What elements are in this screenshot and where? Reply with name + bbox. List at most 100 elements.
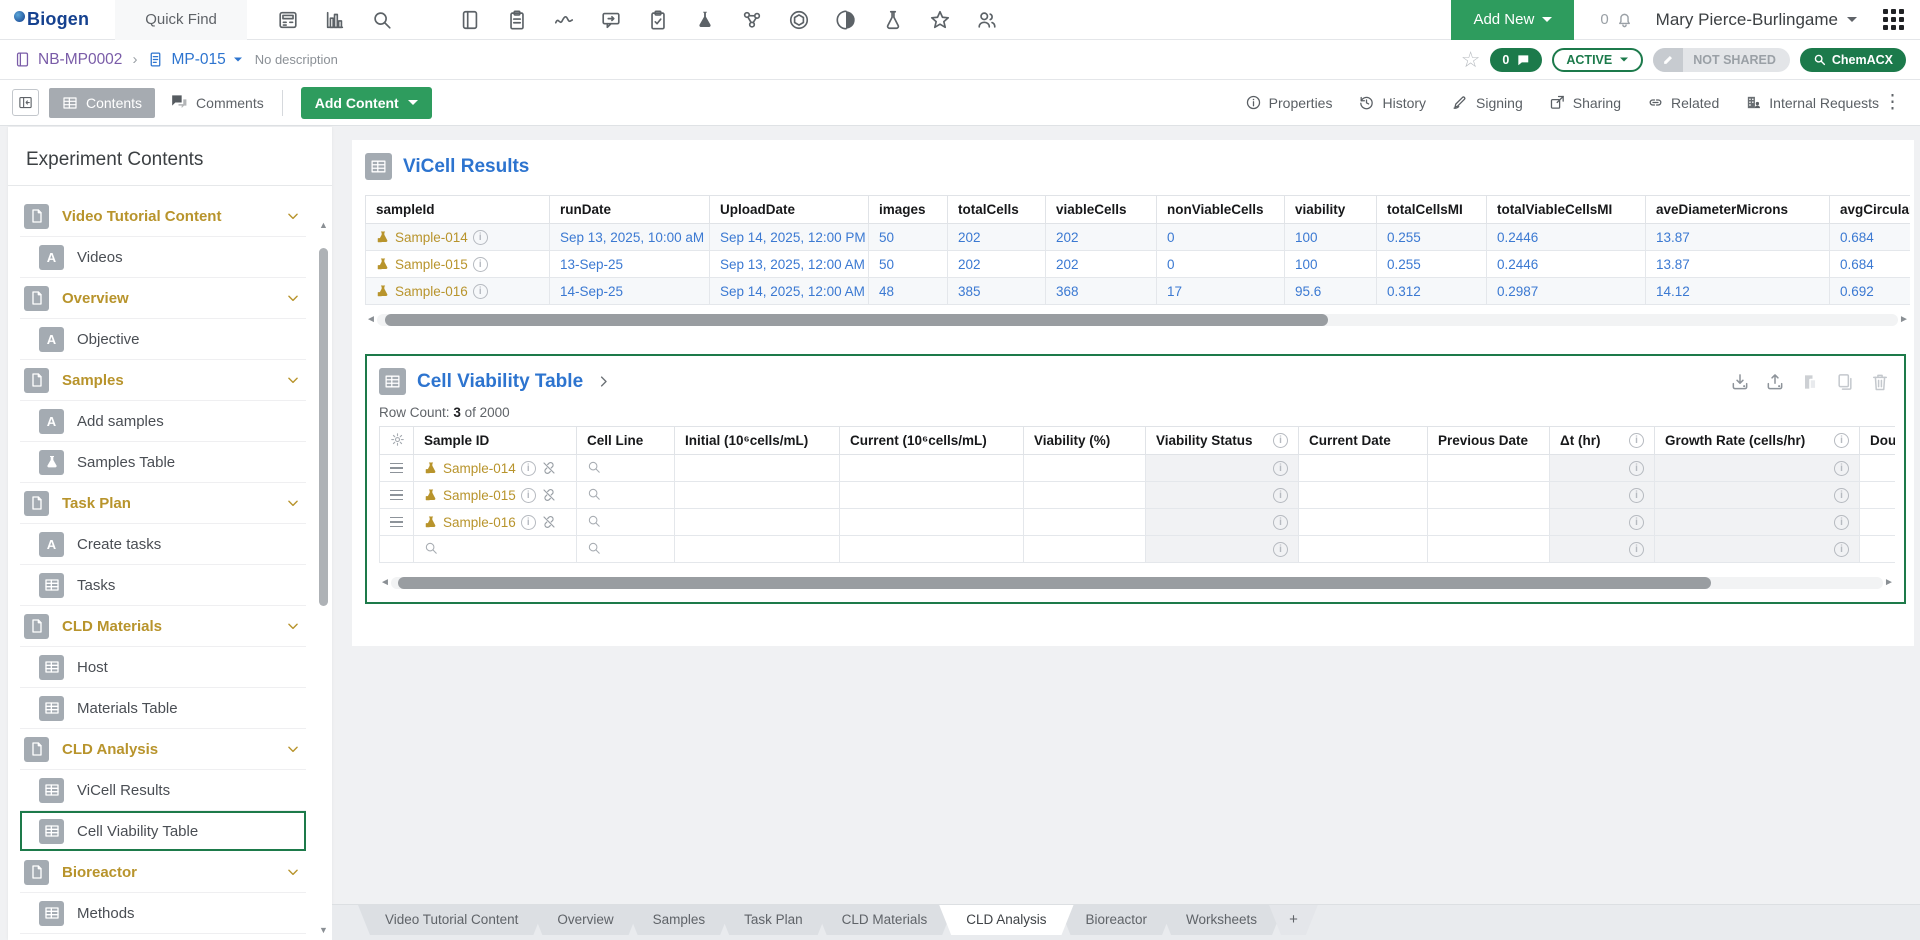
row-drag-handle[interactable] [380, 482, 414, 509]
vicell-cell[interactable]: 202 [1046, 251, 1157, 278]
vicell-horizontal-scrollbar[interactable]: ◄ ► [365, 312, 1910, 327]
tab-overview[interactable]: Overview [530, 905, 640, 935]
viability-column-header[interactable]: Sample ID [414, 427, 577, 455]
info-icon[interactable]: i [1834, 488, 1849, 503]
viability-cell[interactable] [577, 482, 675, 509]
scrollbar-track[interactable] [391, 577, 1883, 589]
viability-cell[interactable]: i [1550, 455, 1655, 482]
viability-cell[interactable] [1860, 536, 1896, 563]
cell-viability-section[interactable]: Cell Viability Table Row Count: 3 of 200… [365, 354, 1906, 604]
vicell-cell[interactable]: 0 [1157, 251, 1285, 278]
viability-horizontal-scrollbar[interactable]: ◄ ► [379, 575, 1895, 590]
viability-cell[interactable] [840, 482, 1024, 509]
viability-cell[interactable]: i [1146, 536, 1299, 563]
search-icon[interactable] [587, 514, 601, 528]
scrollbar-thumb[interactable] [398, 577, 1711, 589]
sample-id-cell[interactable]: Sample-015 i [414, 482, 577, 509]
vicell-cell[interactable]: 0.684 [1830, 251, 1911, 278]
clipboard-icon[interactable] [506, 9, 528, 31]
sidebar-item-objective[interactable]: AObjective [20, 319, 306, 360]
viability-column-header[interactable]: Growth Rate (cells/hr)i [1655, 427, 1860, 455]
scrollbar-thumb[interactable] [319, 248, 328, 607]
vicell-cell[interactable]: 17 [1157, 278, 1285, 305]
calculator-icon[interactable] [277, 9, 299, 31]
molecule-icon[interactable] [741, 9, 763, 31]
sidebar-item-video-tutorial-content[interactable]: Video Tutorial Content [20, 196, 306, 237]
viability-cell[interactable] [1428, 536, 1550, 563]
viability-column-header[interactable]: Cell Line [577, 427, 675, 455]
viability-cell[interactable] [840, 509, 1024, 536]
viability-cell[interactable] [577, 509, 675, 536]
vicell-cell[interactable]: 202 [948, 251, 1046, 278]
add-new-button[interactable]: Add New [1451, 0, 1574, 40]
viability-cell[interactable]: i [1655, 536, 1860, 563]
sidebar-item-task-plan[interactable]: Task Plan [20, 483, 306, 524]
vicell-cell[interactable]: 0.2446 [1487, 251, 1646, 278]
users-icon[interactable] [976, 9, 998, 31]
comments-count-pill[interactable]: 0 [1490, 48, 1542, 72]
shared-status-pill[interactable]: NOT SHARED [1653, 48, 1790, 72]
viability-column-header[interactable]: Initial (10⁶cells/mL) [675, 427, 840, 455]
info-icon[interactable]: i [521, 461, 536, 476]
vicell-cell[interactable]: 13.87 [1646, 251, 1830, 278]
info-icon[interactable]: i [1273, 461, 1288, 476]
vicell-cell[interactable]: 48 [869, 278, 948, 305]
viability-column-header[interactable]: Viability Statusi [1146, 427, 1299, 455]
viability-cell[interactable] [1860, 455, 1896, 482]
viability-cell[interactable] [1860, 482, 1896, 509]
sample-link[interactable]: Sample-015 [443, 488, 516, 503]
star-icon[interactable] [929, 9, 951, 31]
viability-cell[interactable]: i [1655, 482, 1860, 509]
viability-cell[interactable] [840, 455, 1024, 482]
user-menu[interactable]: Mary Pierce-Burlingame [1656, 10, 1857, 30]
tab-samples[interactable]: Samples [626, 905, 733, 935]
vicell-cell[interactable]: 50 [869, 224, 948, 251]
notifications-button[interactable]: 0 [1600, 10, 1633, 29]
comments-tab-button[interactable]: Comments [169, 93, 264, 112]
viability-cell[interactable]: i [1146, 482, 1299, 509]
sample-search-cell[interactable] [414, 536, 577, 563]
info-icon[interactable]: i [1629, 488, 1644, 503]
table-settings-gear-icon[interactable] [390, 432, 405, 447]
info-icon[interactable]: i [521, 488, 536, 503]
scroll-down-arrow-icon[interactable]: ▼ [317, 924, 330, 936]
viability-cell[interactable] [577, 455, 675, 482]
column-info-icon[interactable]: i [1629, 433, 1644, 448]
info-icon[interactable]: i [1629, 515, 1644, 530]
column-info-icon[interactable]: i [1834, 433, 1849, 448]
collapse-panel-button[interactable] [12, 89, 39, 116]
vicell-cell[interactable]: 202 [948, 224, 1046, 251]
viability-cell[interactable]: i [1146, 455, 1299, 482]
vicell-cell[interactable]: 0.255 [1377, 251, 1487, 278]
toolbar-item-signing[interactable]: Signing [1452, 94, 1523, 111]
tab-cld-materials[interactable]: CLD Materials [815, 905, 955, 935]
chevron-down-icon[interactable] [286, 209, 300, 223]
viability-column-header[interactable]: Viability (%) [1024, 427, 1146, 455]
toolbar-item-sharing[interactable]: Sharing [1549, 94, 1621, 111]
add-tab-button[interactable]: + [1269, 905, 1318, 935]
tab-video-tutorial-content[interactable]: Video Tutorial Content [358, 905, 545, 935]
sample-id-cell[interactable]: Sample-016 i [414, 509, 577, 536]
sample-link[interactable]: Sample-016 [395, 284, 468, 299]
vicell-cell[interactable]: 0.684 [1830, 224, 1911, 251]
scroll-right-arrow-icon[interactable]: ► [1898, 314, 1910, 325]
chemacx-button[interactable]: ChemACX [1800, 48, 1906, 72]
chevron-down-icon[interactable] [286, 373, 300, 387]
vicell-cell[interactable]: Sep 13, 2025, 10:00 aM [550, 224, 710, 251]
info-icon[interactable]: i [521, 515, 536, 530]
trash-icon[interactable] [1870, 372, 1890, 392]
lab-flask-icon[interactable] [694, 9, 716, 31]
biogen-logo[interactable]: Biogen [14, 9, 89, 30]
vicell-cell[interactable]: 0.312 [1377, 278, 1487, 305]
sample-id-cell[interactable]: Sample-014 i [414, 455, 577, 482]
viability-column-header[interactable]: Doubling Time (hr) [1860, 427, 1896, 455]
chevron-right-icon[interactable] [596, 374, 611, 389]
info-icon[interactable]: i [473, 284, 488, 299]
sidebar-item-add-samples[interactable]: AAdd samples [20, 401, 306, 442]
viability-cell[interactable] [840, 536, 1024, 563]
vicell-column-header[interactable]: totalCells [948, 196, 1046, 224]
sample-id-cell[interactable]: Sample-014 i [366, 224, 550, 251]
info-icon[interactable]: i [1629, 542, 1644, 557]
paste-icon[interactable] [1800, 372, 1820, 392]
info-icon[interactable]: i [1629, 461, 1644, 476]
